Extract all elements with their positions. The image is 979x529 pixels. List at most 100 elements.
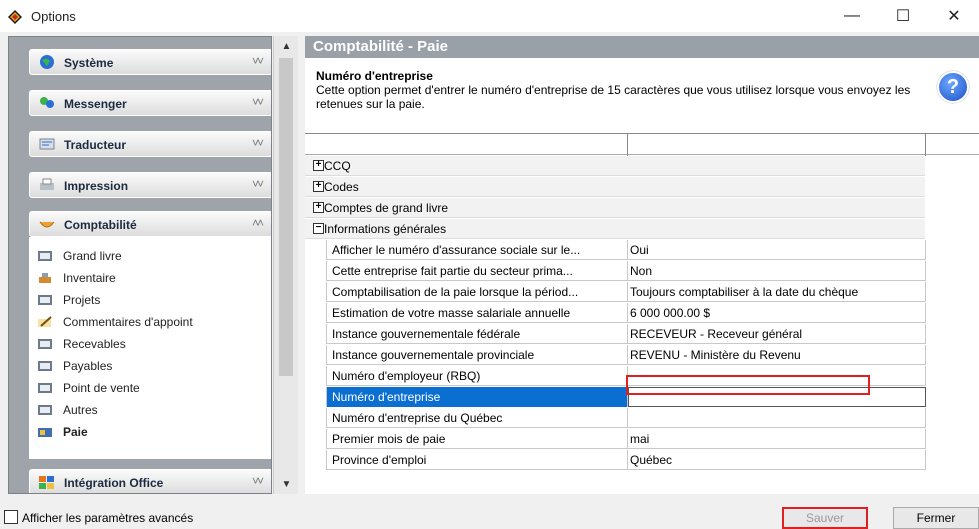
property-value[interactable]: Non [628, 261, 926, 281]
expand-plus-icon[interactable]: + [313, 160, 324, 171]
table-row[interactable]: Premier mois de paie mai [326, 429, 926, 449]
book-icon [38, 361, 52, 371]
sidebar-item-commentaires[interactable]: Commentaires d'appoint [37, 313, 193, 331]
expand-plus-icon[interactable]: + [313, 202, 324, 213]
property-name: Instance gouvernementale provinciale [326, 345, 628, 365]
property-value[interactable]: mai [628, 429, 926, 449]
scroll-down-arrow-icon[interactable]: ▼ [274, 474, 299, 494]
options-main-panel: Comptabilité - Paie Numéro d'entreprise … [305, 36, 979, 494]
book-icon [38, 405, 52, 415]
options-sidebar: Système ˅˅ Messenger ˅˅ Traducteur ˅˅ Im… [8, 36, 272, 494]
advanced-settings-checkbox[interactable] [4, 510, 18, 524]
sidebar-item-label: Inventaire [63, 271, 116, 285]
advanced-settings-label: Afficher les paramètres avancés [22, 511, 194, 525]
save-button[interactable]: Sauver [782, 507, 868, 529]
sidebar-group-impression[interactable]: Impression ˅˅ [29, 172, 271, 198]
table-row[interactable]: Numéro d'entreprise du Québec [326, 408, 926, 428]
table-row[interactable]: Cette entreprise fait partie du secteur … [326, 261, 926, 281]
help-icon[interactable]: ? [937, 71, 969, 103]
sidebar-group-traducteur[interactable]: Traducteur ˅˅ [29, 131, 271, 157]
maximize-button[interactable]: ☐ [880, 0, 926, 32]
chevron-down-icon: ˅˅ [251, 95, 264, 109]
sidebar-item-projets[interactable]: Projets [37, 291, 100, 309]
book-icon [38, 339, 52, 349]
office-icon [39, 476, 54, 489]
sidebar-item-point-de-vente[interactable]: Point de vente [37, 379, 140, 397]
tree-node-codes[interactable]: + Codes [305, 177, 925, 197]
grid-header-divider[interactable] [925, 134, 926, 156]
table-row[interactable]: Comptabilisation de la paie lorsque la p… [326, 282, 926, 302]
sidebar-item-grand-livre[interactable]: Grand livre [37, 247, 122, 265]
chevron-down-icon: ˅˅ [251, 177, 264, 191]
property-name: Comptabilisation de la paie lorsque la p… [326, 282, 628, 302]
chevron-down-icon: ˅˅ [251, 136, 264, 150]
sidebar-item-label: Projets [63, 293, 101, 307]
translator-icon [39, 138, 55, 150]
property-name: Numéro d'entreprise du Québec [326, 408, 628, 428]
sidebar-item-autres[interactable]: Autres [37, 401, 98, 419]
table-row[interactable]: Instance gouvernementale provinciale REV… [326, 345, 926, 365]
sidebar-group-messenger[interactable]: Messenger ˅˅ [29, 90, 271, 116]
sidebar-group-label: Impression [64, 179, 129, 193]
property-value[interactable]: 6 000 000.00 $ [628, 303, 926, 323]
accounting-items-panel: Grand livre Inventaire Projets Commentai… [29, 237, 271, 459]
sidebar-item-recevables[interactable]: Recevables [37, 335, 126, 353]
property-value[interactable]: Toujours comptabiliser à la date du chèq… [628, 282, 926, 302]
book-icon [38, 251, 52, 261]
scrollbar-thumb[interactable] [279, 58, 293, 376]
sidebar-item-inventaire[interactable]: Inventaire [37, 269, 116, 287]
table-row[interactable]: Afficher le numéro d'assurance sociale s… [326, 240, 926, 260]
property-name: Cette entreprise fait partie du secteur … [326, 261, 628, 281]
window-title: Options [31, 9, 76, 24]
property-value[interactable]: Québec [628, 450, 926, 470]
sidebar-item-paie[interactable]: Paie [37, 423, 88, 441]
sidebar-item-label: Autres [63, 403, 98, 417]
property-name: Numéro d'entreprise [326, 387, 628, 407]
sidebar-item-label: Point de vente [63, 381, 140, 395]
property-value[interactable]: REVENU - Ministère du Revenu [628, 345, 926, 365]
property-name: Estimation de votre masse salariale annu… [326, 303, 628, 323]
collapse-minus-icon[interactable]: − [313, 223, 324, 234]
chevron-down-icon: ˅˅ [251, 474, 264, 488]
property-value[interactable]: RECEVEUR - Receveur général [628, 324, 926, 344]
section-title: Comptabilité - Paie [305, 36, 979, 58]
expand-plus-icon[interactable]: + [313, 181, 324, 192]
tree-node-label: CCQ [324, 159, 351, 173]
sidebar-item-label: Recevables [63, 337, 126, 351]
window-titlebar: Options — ☐ ✕ [0, 0, 979, 32]
app-diamond-icon [8, 10, 22, 24]
tree-node-label: Codes [324, 180, 359, 194]
chevron-down-icon: ˅˅ [251, 54, 264, 68]
property-name: Premier mois de paie [326, 429, 628, 449]
close-button[interactable]: Fermer [893, 507, 979, 529]
tree-node-informations-generales[interactable]: − Informations générales [305, 219, 925, 239]
sidebar-group-comptabilite[interactable]: Comptabilité ˄˄ [29, 211, 271, 237]
property-value[interactable]: Oui [628, 240, 926, 260]
printer-icon [40, 178, 54, 190]
property-value[interactable] [628, 408, 926, 428]
property-name: Province d'emploi [326, 450, 628, 470]
sidebar-group-label: Système [64, 56, 114, 70]
sidebar-scrollbar[interactable]: ▲ ▼ [273, 36, 298, 494]
property-grid: + CCQ + Codes + Comptes de grand livre −… [305, 133, 979, 493]
grid-header-divider[interactable] [627, 134, 628, 156]
tree-node-comptes-grand-livre[interactable]: + Comptes de grand livre [305, 198, 925, 218]
minimize-button[interactable]: — [829, 0, 875, 32]
sidebar-group-integration-office[interactable]: Intégration Office ˅˅ [29, 469, 271, 493]
messenger-icon [40, 97, 54, 108]
sidebar-group-label: Intégration Office [64, 476, 164, 490]
option-title: Numéro d'entreprise [316, 69, 433, 83]
table-row[interactable]: Province d'emploi Québec [326, 450, 926, 470]
sidebar-group-systeme[interactable]: Système ˅˅ [29, 49, 271, 75]
sidebar-item-payables[interactable]: Payables [37, 357, 112, 375]
sidebar-group-label: Comptabilité [64, 218, 137, 232]
table-row[interactable]: Estimation de votre masse salariale annu… [326, 303, 926, 323]
inventory-icon [39, 273, 51, 283]
close-window-button[interactable]: ✕ [931, 0, 977, 32]
accounting-icon [39, 221, 55, 228]
tree-node-ccq[interactable]: + CCQ [305, 156, 925, 176]
scroll-up-arrow-icon[interactable]: ▲ [274, 36, 299, 56]
pencil-icon [38, 316, 52, 327]
table-row[interactable]: Instance gouvernementale fédérale RECEVE… [326, 324, 926, 344]
option-description: Cette option permet d'entrer le numéro d… [316, 83, 911, 111]
